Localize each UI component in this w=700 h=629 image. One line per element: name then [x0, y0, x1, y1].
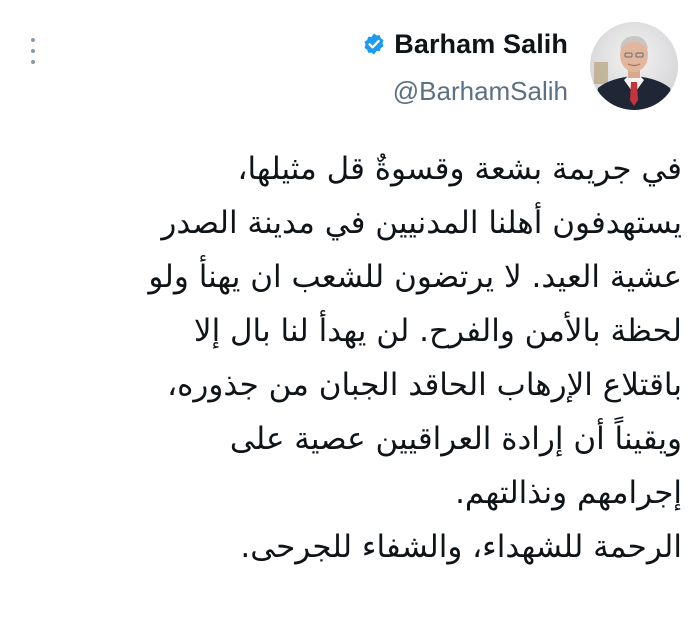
dot	[31, 49, 35, 53]
tweet-text: في جريمة بشعة وقسوةٌ قل مثيلها، يستهدفون…	[22, 142, 682, 574]
author-handle[interactable]: @BarhamSalih	[362, 76, 568, 106]
dot	[31, 38, 35, 42]
tweet-text-line: الرحمة للشهداء، والشفاء للجرحى.	[240, 529, 682, 565]
verified-badge-icon	[364, 33, 384, 55]
tweet-text-line: في جريمة بشعة وقسوةٌ قل مثيلها،	[237, 151, 682, 187]
tweet-text-line: إجرامهم ونذالتهم.	[455, 475, 682, 511]
tweet-text-line: يستهدفون أهلنا المدنيين في مدينة الصدر	[161, 205, 682, 241]
tweet-text-line: ويقيناً أن إرادة العراقيين عصية على	[229, 421, 682, 457]
author-info: Barham Salih @BarhamSalih	[362, 26, 568, 106]
tweet-text-line: باقتلاع الإرهاب الحاقد الجبان من جذوره،	[167, 367, 682, 403]
avatar-portrait-image	[590, 22, 678, 110]
author-name-row[interactable]: Barham Salih	[362, 26, 568, 62]
author-display-name[interactable]: Barham Salih	[394, 29, 568, 60]
tweet-card: Barham Salih @BarhamSalih في جريمة بشعة …	[0, 0, 700, 629]
more-options-icon[interactable]	[28, 38, 38, 64]
avatar[interactable]	[590, 22, 678, 110]
tweet-text-line: عشية العيد. لا يرتضون للشعب ان يهنأ ولو	[148, 259, 682, 295]
dot	[31, 60, 35, 64]
tweet-text-line: لحظة بالأمن والفرح. لن يهدأ لنا بال إلا	[193, 313, 682, 349]
